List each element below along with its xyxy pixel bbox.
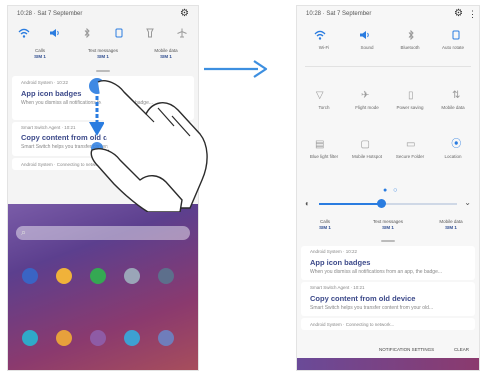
notification-body: Smart Switch helps you transfer content …: [310, 305, 434, 311]
swipe-hand-illustration: [89, 78, 208, 212]
messages-icon[interactable]: [56, 330, 72, 346]
search-bar[interactable]: ⌕: [16, 226, 190, 240]
bluetooth-icon[interactable]: [80, 27, 94, 40]
sim-text-label: Text messages: [372, 219, 403, 224]
battery-icon[interactable]: ▯: [404, 90, 418, 102]
brightness-icon: ◐: [305, 199, 310, 208]
tile-row-3: ▤ ▢ ▭ ⦿: [297, 139, 479, 151]
sim-data-label: Mobile data: [439, 219, 463, 224]
wifi-icon[interactable]: [17, 28, 31, 40]
sound-icon[interactable]: [48, 28, 62, 40]
notification-card[interactable]: Android System · 10:22 App icon badges W…: [301, 246, 475, 280]
tile-label: Torch: [318, 105, 330, 110]
status-time: 10:28 · Sat 7 September: [306, 11, 372, 17]
auto-rotate-icon[interactable]: [112, 28, 126, 40]
sim-calls-label: Calls: [34, 48, 45, 53]
app-icon[interactable]: [124, 268, 140, 284]
notification-actions: NOTIFICATION SETTINGS CLEAR: [297, 344, 479, 356]
notification-title: App icon badges: [310, 258, 371, 267]
gear-icon[interactable]: ⚙: [454, 8, 463, 19]
location-icon[interactable]: ⦿: [449, 139, 463, 151]
app-icon[interactable]: [158, 268, 174, 284]
gear-icon[interactable]: ⚙: [180, 8, 189, 19]
tile-label: Location: [444, 154, 462, 159]
sim-text-value: SIM 1: [97, 54, 109, 59]
tile-row-1: [297, 29, 479, 42]
clear-button[interactable]: CLEAR: [454, 347, 469, 352]
notification-settings-button[interactable]: NOTIFICATION SETTINGS: [379, 347, 434, 352]
sim-calls[interactable]: Calls SIM 1: [20, 48, 60, 59]
bluelight-icon[interactable]: ▤: [313, 139, 327, 151]
chevron-down-icon[interactable]: ⌄: [464, 198, 471, 207]
sound-icon[interactable]: [358, 30, 372, 42]
flashlight-icon[interactable]: ▽: [313, 90, 327, 102]
sim-text-label: Text messages: [87, 48, 118, 53]
page-indicator: ● ○: [383, 187, 400, 194]
brightness-thumb[interactable]: [377, 199, 386, 208]
app-dock: [8, 330, 198, 352]
sim-data[interactable]: Mobile data SIM 1: [146, 48, 186, 59]
play-store-icon[interactable]: [90, 268, 106, 284]
sim-calls[interactable]: Calls SIM 1: [305, 219, 345, 230]
sim-data-label: Mobile data: [154, 48, 178, 53]
phone-icon[interactable]: [22, 330, 38, 346]
sim-calls-value: SIM 1: [319, 225, 331, 230]
brightness-fill: [319, 203, 381, 205]
status-bar: 10:28 · Sat 7 September ⚙ ⋮: [297, 6, 479, 22]
wallpaper-peek: [297, 358, 479, 370]
notification-app: Android System · 10:22: [310, 249, 358, 254]
divider: [305, 66, 471, 67]
tile-label: Blue light filter: [309, 154, 339, 159]
data-icon[interactable]: ⇅: [449, 90, 463, 102]
tile-label: Secure Folder: [395, 154, 425, 159]
notification-collapsed[interactable]: Android System · Connecting to network..…: [301, 318, 475, 330]
auto-rotate-icon[interactable]: [449, 30, 463, 42]
wifi-icon[interactable]: [313, 30, 327, 42]
notification-collapsed-text: Android System · Connecting to network..…: [310, 322, 395, 327]
status-time: 10:28 · Sat 7 September: [17, 11, 83, 17]
sim-text[interactable]: Text messages SIM 1: [83, 48, 123, 59]
sim-data[interactable]: Mobile data SIM 1: [431, 219, 471, 230]
bluetooth-icon[interactable]: [404, 29, 418, 42]
quick-settings-row: [8, 27, 198, 40]
search-icon: ⌕: [21, 227, 27, 237]
tile-label: Mobile Hotspot: [351, 154, 382, 159]
tile-label: Mobile data: [441, 105, 465, 110]
tile-label-auto-rotate: Auto rotate: [441, 45, 464, 50]
sim-data-value: SIM 1: [445, 225, 457, 230]
notification-app: Android System · 10:22: [21, 80, 69, 85]
notification-app: Smart Switch Agent · 10:21: [310, 285, 365, 290]
browser-icon[interactable]: [124, 330, 140, 346]
hotspot-icon[interactable]: ▢: [358, 139, 372, 151]
flashlight-icon[interactable]: [143, 28, 157, 40]
tile-label-bluetooth: Bluetooth: [400, 45, 420, 50]
airplane-icon[interactable]: [175, 28, 189, 40]
notification-body: When you dismiss all notifications from …: [310, 269, 443, 275]
notification-title: Copy content from old device: [310, 294, 416, 303]
tile-row-2: ▽ ✈ ▯ ⇅: [297, 90, 479, 102]
airplane-icon[interactable]: ✈: [358, 90, 372, 102]
status-bar: 10:28 · Sat 7 September ⚙: [8, 6, 198, 22]
sim-text-value: SIM 1: [382, 225, 394, 230]
right-phone-screen: 10:28 · Sat 7 September ⚙ ⋮ Wi-Fi Sound …: [296, 5, 480, 371]
arrow-down-icon: [89, 122, 105, 136]
internet-icon[interactable]: [90, 330, 106, 346]
app-icon[interactable]: [22, 268, 38, 284]
sim-text[interactable]: Text messages SIM 1: [368, 219, 408, 230]
camera-icon[interactable]: [158, 330, 174, 346]
app-icon[interactable]: [56, 268, 72, 284]
sim-data-value: SIM 1: [160, 54, 172, 59]
tile-label: Flight mode: [355, 105, 379, 110]
more-options-icon[interactable]: ⋮: [468, 9, 477, 20]
folder-icon[interactable]: ▭: [404, 139, 418, 151]
sim-calls-label: Calls: [319, 219, 330, 224]
notification-card[interactable]: Smart Switch Agent · 10:21 Copy content …: [301, 282, 475, 316]
sim-calls-value: SIM 1: [34, 54, 46, 59]
drag-handle[interactable]: [381, 240, 395, 242]
tile-label: Power saving: [396, 105, 424, 110]
tile-label-wifi: Wi-Fi: [318, 45, 330, 50]
tile-label-sound: Sound: [360, 45, 374, 50]
